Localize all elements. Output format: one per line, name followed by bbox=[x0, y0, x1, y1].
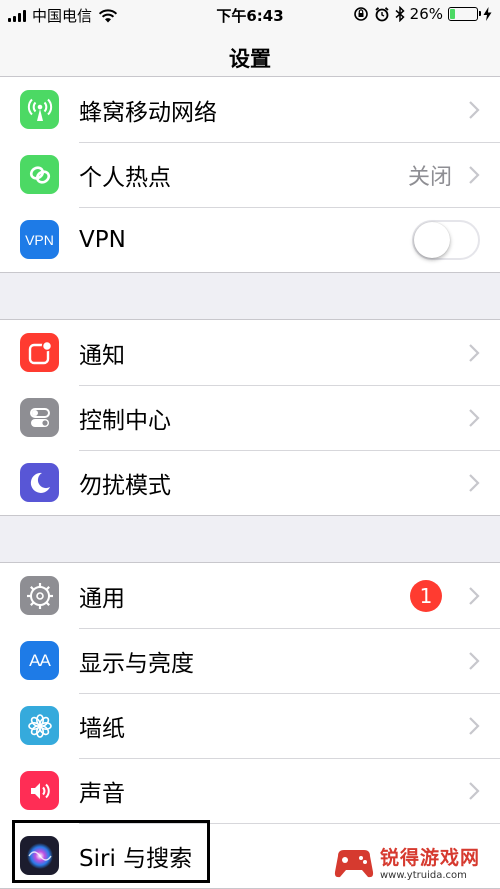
moon-icon bbox=[20, 463, 59, 502]
page-title: 设置 bbox=[229, 46, 271, 71]
charging-bolt-icon bbox=[483, 7, 492, 21]
chevron-right-icon bbox=[469, 781, 480, 800]
vpn-toggle[interactable] bbox=[412, 219, 480, 260]
chevron-right-icon bbox=[469, 586, 480, 605]
settings-row-label: 显示与亮度 bbox=[79, 650, 194, 677]
battery-icon bbox=[448, 7, 481, 21]
wifi-icon bbox=[98, 8, 118, 22]
update-badge: 1 bbox=[410, 579, 442, 612]
site-watermark: 锐得游戏网 www.ytruida.com bbox=[332, 837, 492, 887]
settings-row-control-center[interactable]: 控制中心 bbox=[0, 385, 500, 450]
settings-row-display-brightness[interactable]: AA 显示与亮度 bbox=[0, 628, 500, 693]
orientation-lock-icon bbox=[353, 7, 368, 21]
watermark-title: 锐得游戏网 bbox=[380, 847, 481, 869]
chevron-right-icon bbox=[469, 716, 480, 735]
vpn-icon-text: VPN bbox=[25, 231, 54, 248]
settings-row-label: 控制中心 bbox=[79, 407, 171, 434]
settings-row-label: 通知 bbox=[79, 342, 125, 369]
display-icon-text: AA bbox=[29, 650, 51, 670]
chevron-right-icon bbox=[469, 343, 480, 362]
settings-row-label: 勿扰模式 bbox=[79, 472, 171, 499]
hotspot-status-value: 关闭 bbox=[407, 164, 452, 190]
settings-row-vpn: VPN VPN bbox=[0, 207, 500, 272]
chevron-right-icon bbox=[469, 100, 480, 119]
siri-icon bbox=[20, 836, 59, 875]
settings-row-cellular[interactable]: 蜂窝移动网络 bbox=[0, 77, 500, 142]
settings-row-label: Siri 与搜索 bbox=[79, 845, 193, 872]
alarm-icon bbox=[375, 7, 389, 22]
chevron-right-icon bbox=[469, 408, 480, 427]
chevron-right-icon bbox=[469, 473, 480, 492]
settings-row-do-not-disturb[interactable]: 勿扰模式 bbox=[0, 450, 500, 515]
bluetooth-icon bbox=[395, 6, 405, 22]
settings-row-personal-hotspot[interactable]: 个人热点 关闭 bbox=[0, 142, 500, 207]
settings-row-label: 通用 bbox=[79, 585, 125, 612]
chevron-right-icon bbox=[469, 651, 480, 670]
display-brightness-icon: AA bbox=[20, 641, 59, 680]
wallpaper-flower-icon bbox=[20, 706, 59, 745]
settings-row-notifications[interactable]: 通知 bbox=[0, 320, 500, 385]
battery-percentage: 26% bbox=[409, 5, 443, 23]
signal-strength-icon bbox=[8, 9, 26, 22]
toggle-knob bbox=[414, 221, 450, 258]
status-bar: 中国电信 下午6:43 26% bbox=[0, 0, 500, 30]
settings-group-network: 蜂窝移动网络 个人热点 关闭 VPN VPN bbox=[0, 76, 500, 273]
settings-row-sounds[interactable]: 声音 bbox=[0, 758, 500, 823]
settings-row-wallpaper[interactable]: 墙纸 bbox=[0, 693, 500, 758]
settings-row-label: 声音 bbox=[79, 780, 125, 807]
settings-group-notifications: 通知 控制中心 勿扰模式 bbox=[0, 319, 500, 516]
settings-row-label: 墙纸 bbox=[79, 715, 125, 742]
notifications-icon bbox=[20, 333, 59, 372]
gamepad-logo-icon bbox=[334, 850, 374, 878]
settings-row-general[interactable]: 通用 1 bbox=[0, 563, 500, 628]
gear-icon bbox=[20, 576, 59, 615]
personal-hotspot-icon bbox=[20, 155, 59, 194]
control-center-icon bbox=[20, 398, 59, 437]
settings-row-label: 蜂窝移动网络 bbox=[79, 99, 217, 126]
speaker-icon bbox=[20, 771, 59, 810]
settings-screen: 中国电信 下午6:43 26% 设置 蜂窝移动网络 个人热点 关闭 VPN VP… bbox=[0, 0, 500, 889]
cellular-antenna-icon bbox=[20, 90, 59, 129]
watermark-url: www.ytruida.com bbox=[380, 870, 467, 881]
carrier-label: 中国电信 bbox=[32, 7, 93, 25]
battery-level-fill bbox=[450, 9, 456, 19]
vpn-icon: VPN bbox=[20, 220, 59, 259]
chevron-right-icon bbox=[469, 165, 480, 184]
settings-row-label: VPN bbox=[79, 226, 126, 253]
settings-row-label: 个人热点 bbox=[79, 164, 171, 191]
